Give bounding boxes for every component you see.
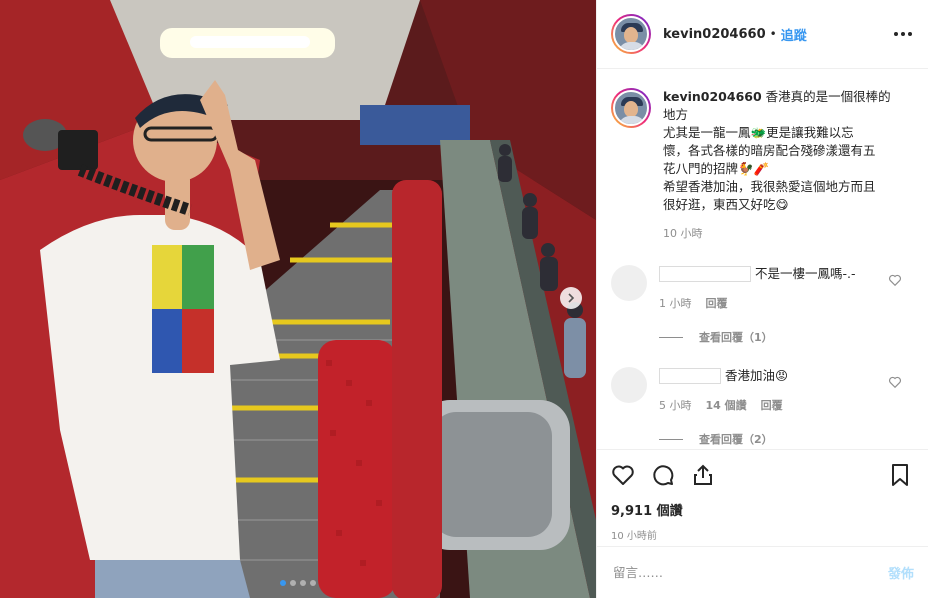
comment-text: 不是一樓一鳳嗎-.- [755,266,856,281]
comment-input[interactable] [613,565,888,580]
comment-likes[interactable]: 14 個讚 [706,397,747,413]
caption-line: 香港真的是一個很棒的 [765,89,891,104]
chevron-right-icon [568,293,575,303]
redacted-username [659,368,721,384]
caption-timestamp: 10 小時 [663,227,703,240]
comment-item: 不是一樓一鳳嗎-.- 1 小時 回覆 [611,265,912,311]
post-timestamp: 10 小時前 [611,531,657,542]
view-replies-button[interactable]: 查看回覆（2） [659,431,912,447]
caption-line: 地方 [663,107,689,122]
reply-button[interactable]: 回覆 [706,295,728,311]
commenter-avatar[interactable] [611,367,647,403]
share-icon[interactable] [691,463,715,487]
follow-button[interactable]: 追蹤 [781,25,807,44]
bookmark-icon[interactable] [888,463,912,487]
carousel-dot [290,580,296,586]
add-comment-bar: 發佈 [597,546,928,598]
carousel-next-button[interactable] [560,287,582,309]
like-heart-icon[interactable] [611,463,635,487]
comments-list[interactable]: kevin0204660 香港真的是一個很棒的 地方 尤其是一龍一鳳🐲更是讓我難以… [597,70,928,448]
carousel-dot [280,580,286,586]
comment-timestamp: 5 小時 [659,399,692,412]
caption-line: 懷，各式各樣的暗房配合殘磣漾還有五 [663,143,876,158]
post-actions: 9,911 個讚 10 小時前 [597,449,928,542]
like-comment-heart-icon[interactable] [888,273,902,287]
post-header: kevin0204660 • 追蹤 [597,0,928,69]
author-username[interactable]: kevin0204660 [663,27,766,42]
post-side-panel: kevin0204660 • 追蹤 kevin0204660 香港真的是一個很棒的… [596,0,928,598]
view-replies-label: 查看回覆（2） [699,433,773,446]
post-photo[interactable] [0,0,596,598]
comment-item: 香港加油😡 5 小時 14 個讚 回覆 [611,367,912,413]
post-caption: kevin0204660 香港真的是一個很棒的 地方 尤其是一龍一鳳🐲更是讓我難以… [611,88,912,243]
carousel-dot [300,580,306,586]
caption-username[interactable]: kevin0204660 [663,89,762,104]
carousel-dot [310,580,316,586]
caption-line: 尤其是一龍一鳳🐲更是讓我難以忘 [663,125,854,140]
author-avatar[interactable] [611,14,651,54]
photo-scene [0,0,596,598]
view-replies-button[interactable]: 查看回覆（1） [659,329,912,345]
comment-bubble-icon[interactable] [651,463,675,487]
like-comment-heart-icon[interactable] [888,375,902,389]
redacted-username [659,266,751,282]
more-options-icon[interactable] [894,26,912,42]
caption-line: 希望香港加油，我很熱愛這個地方而且 [663,179,876,194]
caption-line: 花八門的招牌🐓🧨 [663,161,770,176]
caption-line: 很好逛，東西又好吃😋 [663,197,789,212]
comment-timestamp: 1 小時 [659,297,692,310]
carousel-indicator [0,580,596,586]
likes-count[interactable]: 9,911 個讚 [611,500,912,519]
caption-avatar[interactable] [611,88,651,128]
reply-button[interactable]: 回覆 [761,397,783,413]
post-comment-button[interactable]: 發佈 [888,563,914,582]
view-replies-label: 查看回覆（1） [699,331,773,344]
comment-text: 香港加油😡 [725,368,789,383]
commenter-avatar[interactable] [611,265,647,301]
separator-dot: • [769,27,777,41]
